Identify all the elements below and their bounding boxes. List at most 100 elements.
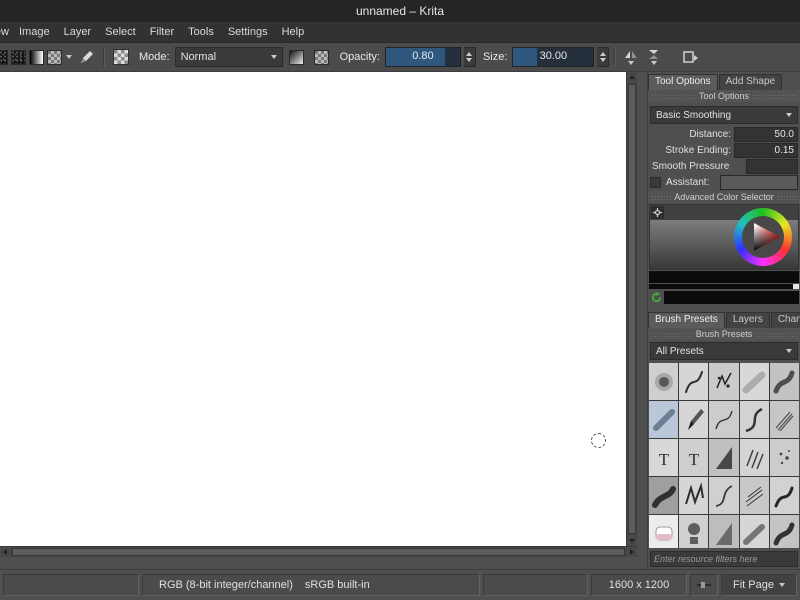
menu-view[interactable]: View <box>0 24 12 40</box>
brush-preset-ink-splatter-icon[interactable] <box>709 363 739 400</box>
resource-filter-input[interactable] <box>650 551 798 567</box>
tab-tool-options[interactable]: Tool Options <box>648 74 718 90</box>
size-spinner[interactable] <box>597 47 610 67</box>
opacity-slider[interactable]: 0.80 <box>384 47 461 67</box>
field-label: Distance: <box>689 129 731 140</box>
mirror-vertical-button[interactable] <box>644 49 664 65</box>
chevron-down-icon[interactable] <box>66 55 72 59</box>
menu-settings[interactable]: Settings <box>221 24 275 40</box>
choose-brush-preset-button[interactable] <box>110 46 132 68</box>
brush-preset-marker-icon[interactable] <box>739 515 769 548</box>
zoom-slider[interactable] <box>697 582 711 588</box>
color-history-strip[interactable] <box>649 271 799 283</box>
edit-brush-settings-button[interactable] <box>76 46 98 68</box>
opacity-spinner[interactable] <box>463 47 476 67</box>
scroll-up-button[interactable] <box>627 72 637 82</box>
scroll-right-button[interactable] <box>627 547 637 557</box>
refresh-colors-button[interactable] <box>649 291 663 304</box>
brush-preset-fill-wedge-icon[interactable] <box>709 439 739 476</box>
brush-preset-eraser-icon[interactable] <box>649 515 679 548</box>
brush-preset-smudge-brush-icon[interactable] <box>649 477 679 514</box>
field-value-input[interactable]: 50.0 <box>734 127 798 142</box>
brush-preset-shade-wedge-icon[interactable] <box>709 515 739 548</box>
horizontal-scrollbar-thumb[interactable] <box>12 548 625 556</box>
clipped-toolbar-icon[interactable] <box>0 49 8 65</box>
docker-splitter[interactable] <box>637 72 647 569</box>
scroll-left-button[interactable] <box>0 547 10 557</box>
tab-add-shape[interactable]: Add Shape <box>718 74 783 90</box>
zoom-slider-section[interactable] <box>690 574 718 596</box>
gradient-thumbnail[interactable] <box>29 49 44 65</box>
menu-help[interactable]: Help <box>275 24 312 40</box>
drag-handle-dots <box>752 93 797 99</box>
pattern-thumbnail[interactable] <box>47 49 62 65</box>
menu-filter[interactable]: Filter <box>143 24 181 40</box>
brush-preset-zigzag-brush-icon[interactable] <box>679 477 709 514</box>
advanced-color-selector[interactable] <box>649 204 799 270</box>
brush-preset-stamp-brush-icon[interactable] <box>679 515 709 548</box>
zoom-slider-knob[interactable] <box>701 582 705 588</box>
size-slider[interactable]: 30.00 <box>512 47 595 67</box>
sv-triangle[interactable] <box>742 216 784 258</box>
color-selector-titlebar[interactable]: Advanced Color Selector <box>648 191 800 203</box>
brush-preset-thumbnail[interactable] <box>11 49 26 65</box>
brush-preset-text-brush-icon[interactable]: T <box>679 439 709 476</box>
hue-ring[interactable] <box>734 208 792 266</box>
arrow-up-icon <box>629 75 635 79</box>
brush-preset-ink-pen-icon[interactable] <box>679 363 709 400</box>
stamp-brush-icon <box>687 522 700 544</box>
tab-brush-presets[interactable]: Brush Presets <box>648 312 725 328</box>
chevron-down-icon <box>786 113 792 117</box>
field-value-input[interactable] <box>746 159 798 174</box>
preset-filter-combobox[interactable]: All Presets <box>650 342 798 360</box>
brush-preset-curve-brush-icon[interactable] <box>739 401 769 438</box>
gradient-tool-button[interactable] <box>286 46 308 68</box>
color-selector-title: Advanced Color Selector <box>674 192 774 202</box>
color-selector-settings-button[interactable] <box>651 206 664 219</box>
brush-presets-titlebar[interactable]: Brush Presets <box>648 328 800 340</box>
brush-preset-pencil-icon[interactable] <box>679 401 709 438</box>
brush-preset-chalk-brush-icon[interactable] <box>649 401 679 438</box>
brush-preset-bristle-brush-icon[interactable] <box>769 401 799 438</box>
color-mode-label: RGB (8-bit integer/channel) <box>159 579 293 591</box>
brush-preset-soft-brush-icon[interactable] <box>739 363 769 400</box>
brush-preset-airbrush-soft-icon[interactable] <box>649 363 679 400</box>
menu-select[interactable]: Select <box>98 24 143 40</box>
brush-preset-spray-brush-icon[interactable] <box>769 439 799 476</box>
gamut-strip[interactable] <box>649 284 799 289</box>
smoothing-mode-combobox[interactable]: Basic Smoothing <box>650 106 798 124</box>
field-value-input[interactable] <box>720 175 798 190</box>
tab-channels[interactable]: Channels <box>770 312 800 328</box>
workspace-chooser-button[interactable] <box>680 46 702 68</box>
canvas[interactable] <box>0 72 626 546</box>
horizontal-scrollbar[interactable] <box>0 546 637 557</box>
tool-options-titlebar[interactable]: Tool Options <box>648 90 800 102</box>
brush-preset-ink-stroke-icon[interactable] <box>769 477 799 514</box>
brush-preset-sketch-brush-icon[interactable] <box>709 477 739 514</box>
tab-layers[interactable]: Layers <box>725 312 770 328</box>
vertical-scrollbar-thumb[interactable] <box>628 84 636 534</box>
vertical-scrollbar[interactable] <box>626 72 637 546</box>
blending-mode-combobox[interactable]: Normal <box>174 47 283 67</box>
brush-presets-title: Brush Presets <box>695 329 753 339</box>
krita-window: unnamed – Krita ViewImageLayerSelectFilt… <box>0 0 800 600</box>
assistant-checkbox[interactable] <box>650 177 661 188</box>
brush-preset-fineliner-icon[interactable] <box>709 401 739 438</box>
field-label: Assistant: <box>666 177 710 188</box>
menu-image[interactable]: Image <box>12 24 57 40</box>
common-colors-strip[interactable] <box>664 291 799 304</box>
mirror-horizontal-button[interactable] <box>621 49 641 65</box>
brush-preset-texture-stroke-icon[interactable] <box>769 363 799 400</box>
drag-handle-dots <box>651 331 693 337</box>
drag-handle-dots <box>755 331 797 337</box>
brush-preset-scratch-brush-icon[interactable] <box>739 477 769 514</box>
preserve-alpha-button[interactable] <box>311 46 333 68</box>
menu-layer[interactable]: Layer <box>57 24 99 40</box>
brush-preset-thick-stroke-icon[interactable] <box>769 515 799 548</box>
brush-preset-hatching-brush-icon[interactable] <box>739 439 769 476</box>
zoom-mode-button[interactable]: Fit Page <box>721 574 797 596</box>
field-value-input[interactable]: 0.15 <box>734 143 798 158</box>
scroll-down-button[interactable] <box>627 536 637 546</box>
brush-preset-text-brush-icon[interactable]: T <box>649 439 679 476</box>
menu-tools[interactable]: Tools <box>181 24 221 40</box>
